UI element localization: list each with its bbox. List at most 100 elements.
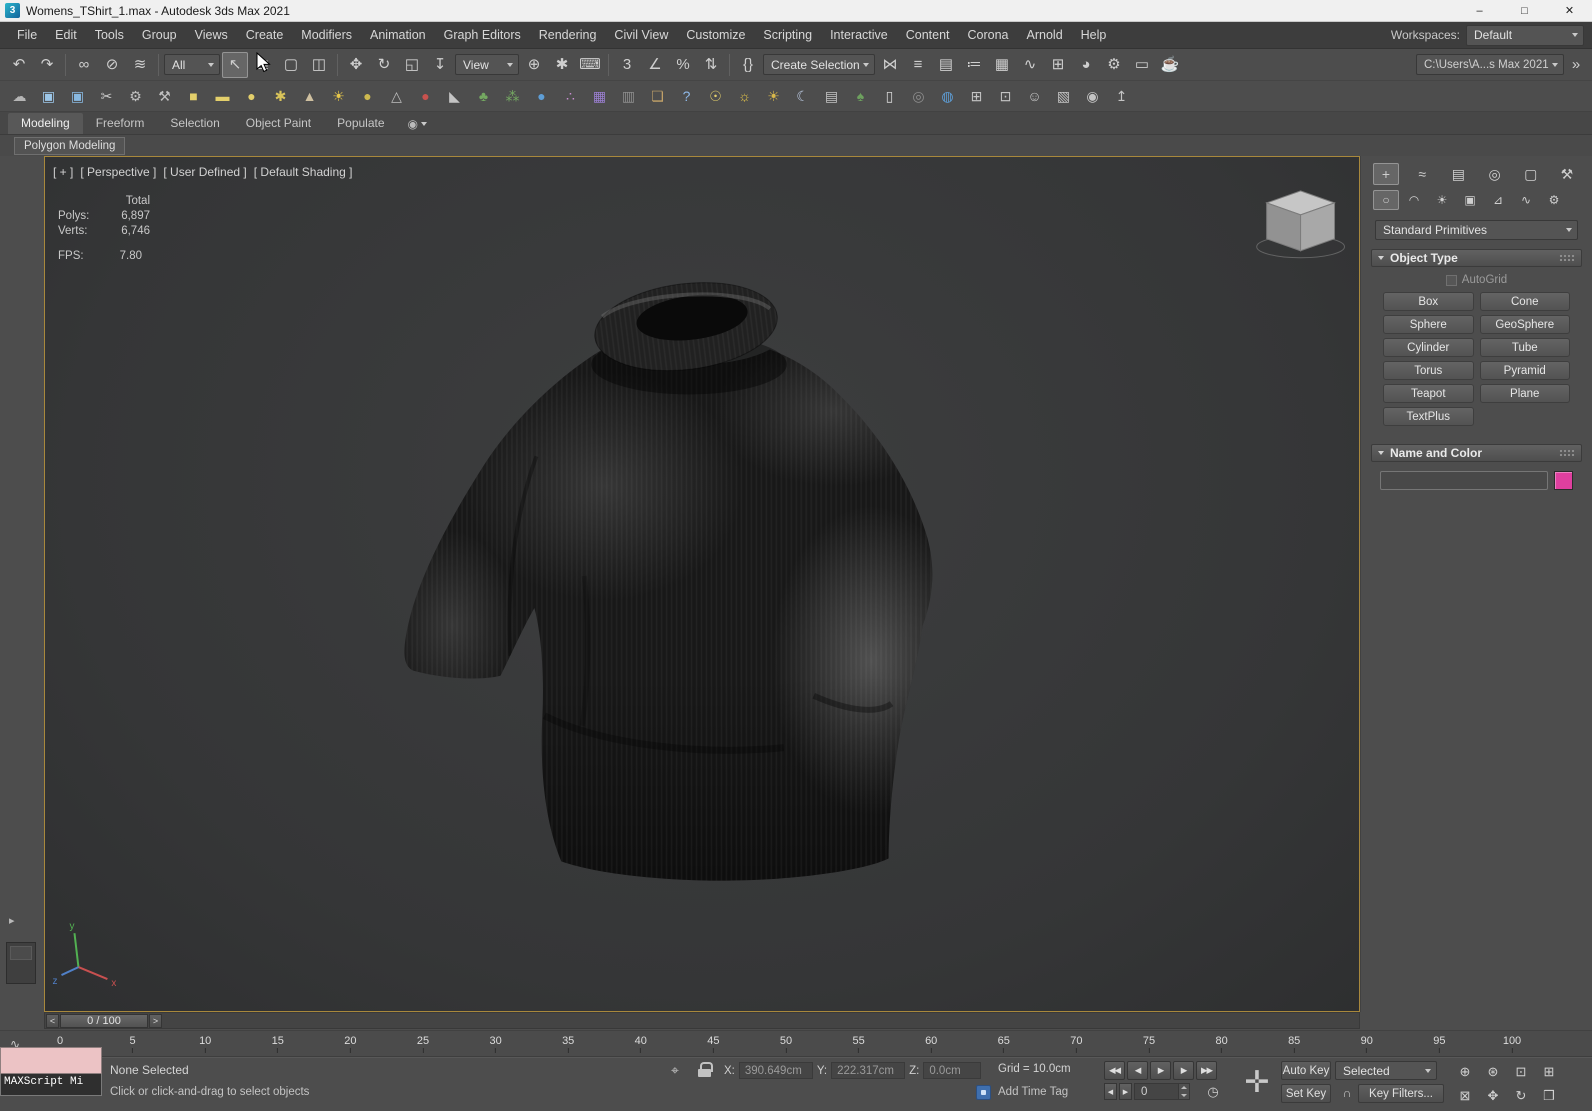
set-keys-button[interactable]: ✛	[1238, 1059, 1276, 1105]
book-icon[interactable]: ▤	[818, 84, 845, 108]
monitor-icon[interactable]: ⊡	[992, 84, 1019, 108]
primitive-category-dropdown[interactable]: Standard Primitives	[1375, 220, 1578, 240]
cone-primitive-icon[interactable]: ▲	[296, 84, 323, 108]
bind-to-space-warp-button[interactable]: ≋	[127, 52, 153, 78]
spinner-snap-button[interactable]: ⇅	[698, 52, 724, 78]
macro-recorder-field[interactable]	[0, 1047, 102, 1074]
menu-modifiers[interactable]: Modifiers	[292, 22, 361, 49]
go-to-end-button[interactable]: ▶▶	[1196, 1061, 1217, 1080]
next-frame-button[interactable]: ▶	[1173, 1061, 1194, 1080]
box-primitive-icon[interactable]: ■	[180, 84, 207, 108]
menu-graph-editors[interactable]: Graph Editors	[435, 22, 530, 49]
expand-arrow-icon[interactable]: ▸	[9, 914, 15, 927]
material-editor-button[interactable]: ◕	[1073, 52, 1099, 78]
image-map-icon[interactable]: ▦	[586, 84, 613, 108]
named-selection-sets-dropdown[interactable]: Create Selection Se	[763, 54, 875, 75]
autogrid-checkbox[interactable]	[1445, 274, 1457, 286]
viewport-lighting-menu[interactable]: [ User Defined ]	[163, 165, 246, 179]
capsule-primitive-icon[interactable]: ▬	[209, 84, 236, 108]
select-and-scale-button[interactable]: ◱	[399, 52, 425, 78]
red-sphere-icon[interactable]: ●	[412, 84, 439, 108]
portrait-icon[interactable]: ▥	[615, 84, 642, 108]
tab-motion[interactable]: ◎	[1482, 163, 1508, 185]
toolbar-overflow-button[interactable]: »	[1566, 52, 1586, 78]
frame-spinner[interactable]	[1178, 1084, 1189, 1099]
menu-rendering[interactable]: Rendering	[530, 22, 606, 49]
viewport-general-menu[interactable]: [ + ]	[53, 165, 73, 179]
time-slider-prev-button[interactable]: <	[46, 1013, 59, 1028]
zoom-extents-button[interactable]: ⊡	[1508, 1061, 1534, 1083]
crate-icon[interactable]: ❏	[644, 84, 671, 108]
gears-tool-icon[interactable]: ⚙	[122, 84, 149, 108]
mirror-button[interactable]: ⋈	[877, 52, 903, 78]
object-type-textplus-button[interactable]: TextPlus	[1383, 407, 1474, 426]
select-and-place-button[interactable]: ↧	[427, 52, 453, 78]
viewport[interactable]: [ + ] [ Perspective ] [ User Defined ] […	[44, 156, 1360, 1012]
film-icon[interactable]: ▧	[1050, 84, 1077, 108]
ribbon-tab-modeling[interactable]: Modeling	[8, 113, 83, 134]
globe-icon[interactable]: ◍	[934, 84, 961, 108]
select-and-move-button[interactable]: ✥	[343, 52, 369, 78]
tab-utilities[interactable]: ⚒	[1554, 163, 1580, 185]
z-coordinate-field[interactable]: 0.0cm	[923, 1062, 982, 1079]
selection-lock-toggle[interactable]	[698, 1062, 713, 1077]
minimize-button[interactable]: –	[1457, 0, 1502, 21]
ribbon-tab-populate[interactable]: Populate	[324, 113, 397, 134]
menu-edit[interactable]: Edit	[46, 22, 86, 49]
menu-interactive[interactable]: Interactive	[821, 22, 897, 49]
blue-sphere-icon[interactable]: ●	[528, 84, 555, 108]
time-slider-next-button[interactable]: >	[149, 1013, 162, 1028]
view-cube[interactable]	[1256, 190, 1345, 259]
current-frame-field[interactable]: 0	[1134, 1083, 1190, 1100]
menu-help[interactable]: Help	[1072, 22, 1116, 49]
workspaces-dropdown[interactable]: Default	[1466, 24, 1584, 46]
object-type-torus-button[interactable]: Torus	[1383, 361, 1474, 380]
lamp-icon[interactable]: ↥	[1108, 84, 1135, 108]
viewport-shading-menu[interactable]: [ Default Shading ]	[254, 165, 353, 179]
previous-frame-button[interactable]: ◀	[1127, 1061, 1148, 1080]
pan-button[interactable]: ✥	[1480, 1085, 1506, 1107]
pick-tool-icon[interactable]: ⚒	[151, 84, 178, 108]
menu-tools[interactable]: Tools	[86, 22, 133, 49]
reference-coordinate-dropdown[interactable]: View	[455, 54, 519, 75]
eye-icon[interactable]: ◉	[1079, 84, 1106, 108]
add-time-tag[interactable]: Add Time Tag	[998, 1086, 1068, 1098]
daylight-icon[interactable]: ☀	[760, 84, 787, 108]
menu-arnold[interactable]: Arnold	[1018, 22, 1072, 49]
object-type-box-button[interactable]: Box	[1383, 292, 1474, 311]
menu-scripting[interactable]: Scripting	[754, 22, 821, 49]
use-pivot-point-center-button[interactable]: ⊕	[521, 52, 547, 78]
project-folder-field[interactable]: C:\Users\A...s Max 2021	[1416, 54, 1564, 75]
menu-create[interactable]: Create	[237, 22, 293, 49]
menu-file[interactable]: File	[8, 22, 46, 49]
circle-primitive-icon[interactable]: ●	[238, 84, 265, 108]
select-and-manipulate-button[interactable]: ✱	[549, 52, 575, 78]
maximize-viewport-button[interactable]: ❒	[1536, 1085, 1562, 1107]
transform-type-in-icon[interactable]: ⌖	[666, 1061, 684, 1079]
menu-corona[interactable]: Corona	[959, 22, 1018, 49]
tshirt-model[interactable]	[365, 267, 972, 906]
foliage-icon[interactable]: ♣	[470, 84, 497, 108]
maximize-button[interactable]: □	[1502, 0, 1547, 21]
polygon-modeling-panel-tab[interactable]: Polygon Modeling	[14, 136, 126, 155]
moon-icon[interactable]: ☾	[789, 84, 816, 108]
sun-primitive-icon[interactable]: ☀	[325, 84, 352, 108]
selection-set-dropdown[interactable]: Selected	[1335, 1061, 1437, 1080]
subtab-shapes[interactable]: ◠	[1401, 190, 1427, 210]
x-coordinate-field[interactable]: 390.649cm	[738, 1062, 813, 1079]
spinner-up-icon[interactable]	[1181, 1086, 1187, 1090]
redo-button[interactable]: ↷	[34, 52, 60, 78]
object-type-tube-button[interactable]: Tube	[1479, 338, 1570, 357]
spinner-down-icon[interactable]	[1181, 1093, 1187, 1097]
zoom-region-button[interactable]: ⊠	[1452, 1085, 1478, 1107]
curve-editor-button[interactable]: ∿	[1017, 52, 1043, 78]
snap-box-icon[interactable]: ▣	[35, 84, 62, 108]
key-back-button[interactable]: ◀	[1104, 1083, 1117, 1100]
rectangular-selection-button[interactable]: ▢	[278, 52, 304, 78]
lightbulb-icon[interactable]: ☉	[702, 84, 729, 108]
zoom-button[interactable]: ⊕	[1452, 1061, 1478, 1083]
molecule-icon[interactable]: ∴	[557, 84, 584, 108]
undo-button[interactable]: ↶	[6, 52, 32, 78]
menu-civil-view[interactable]: Civil View	[605, 22, 677, 49]
tab-create[interactable]: +	[1373, 163, 1399, 185]
